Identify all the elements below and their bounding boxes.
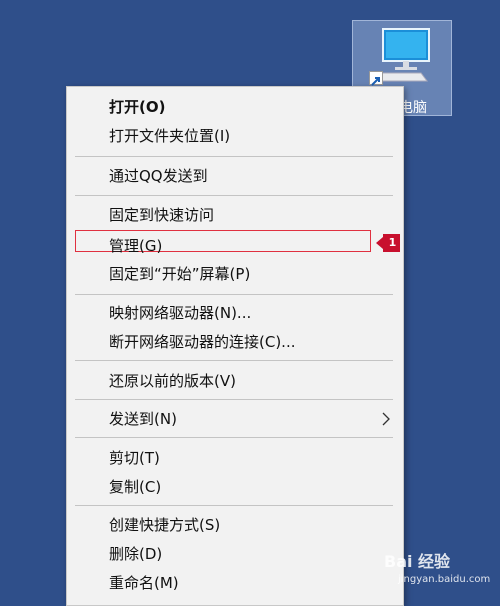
menu-item-copy[interactable]: 复制(C) <box>67 473 403 501</box>
menu-item-label: 重命名(M) <box>109 574 179 592</box>
menu-item-cut[interactable]: 剪切(T) <box>67 444 403 472</box>
menu-separator <box>75 156 393 157</box>
menu-item-rename[interactable]: 重命名(M) <box>67 569 403 597</box>
menu-item-send-via-qq[interactable]: 通过QQ发送到 <box>67 162 403 190</box>
menu-item-create-shortcut[interactable]: 创建快捷方式(S) <box>67 511 403 539</box>
menu-item-label: 管理(G) <box>109 237 163 255</box>
menu-item-label: 断开网络驱动器的连接(C)... <box>109 333 296 351</box>
menu-item-label: 打开(O) <box>109 98 166 116</box>
menu-item-label: 固定到快速访问 <box>109 206 215 224</box>
menu-item-pin-quick-access[interactable]: 固定到快速访问 <box>67 201 403 229</box>
menu-item-restore-previous-versions[interactable]: 还原以前的版本(V) <box>67 367 403 395</box>
menu-item-open[interactable]: 打开(O) <box>67 93 403 121</box>
menu-separator <box>75 294 393 295</box>
menu-item-label: 复制(C) <box>109 478 162 496</box>
computer-icon <box>375 28 430 82</box>
menu-separator <box>75 437 393 438</box>
callout-badge: 1 <box>376 234 400 252</box>
menu-item-label: 剪切(T) <box>109 449 160 467</box>
menu-item-map-network-drive[interactable]: 映射网络驱动器(N)... <box>67 299 403 327</box>
watermark-brand: Bai 经验 <box>384 552 451 571</box>
menu-item-label: 通过QQ发送到 <box>109 167 208 185</box>
menu-separator <box>75 360 393 361</box>
menu-item-open-folder-location[interactable]: 打开文件夹位置(I) <box>67 122 403 150</box>
menu-item-label: 创建快捷方式(S) <box>109 516 221 534</box>
menu-item-label: 固定到“开始”屏幕(P) <box>109 265 251 283</box>
menu-item-label: 打开文件夹位置(I) <box>109 127 231 145</box>
shortcut-arrow-icon <box>369 71 383 86</box>
context-menu: 打开(O) 打开文件夹位置(I) 通过QQ发送到 固定到快速访问 管理(G) 固… <box>66 86 404 606</box>
menu-item-manage[interactable]: 管理(G) <box>67 230 403 260</box>
menu-item-label: 删除(D) <box>109 545 163 563</box>
menu-item-pin-start[interactable]: 固定到“开始”屏幕(P) <box>67 260 403 288</box>
callout-number: 1 <box>388 236 397 249</box>
menu-item-label: 映射网络驱动器(N)... <box>109 304 252 322</box>
menu-item-disconnect-network-drive[interactable]: 断开网络驱动器的连接(C)... <box>67 328 403 356</box>
menu-item-send-to[interactable]: 发送到(N) <box>67 405 403 433</box>
menu-item-label: 发送到(N) <box>109 410 177 428</box>
menu-separator <box>75 399 393 400</box>
watermark: Bai 经验 jingyan.baidu.com <box>384 548 494 592</box>
watermark-url: jingyan.baidu.com <box>398 574 491 585</box>
menu-separator <box>75 195 393 196</box>
menu-item-label: 还原以前的版本(V) <box>109 372 236 390</box>
menu-separator <box>75 505 393 506</box>
menu-item-delete[interactable]: 删除(D) <box>67 540 403 568</box>
